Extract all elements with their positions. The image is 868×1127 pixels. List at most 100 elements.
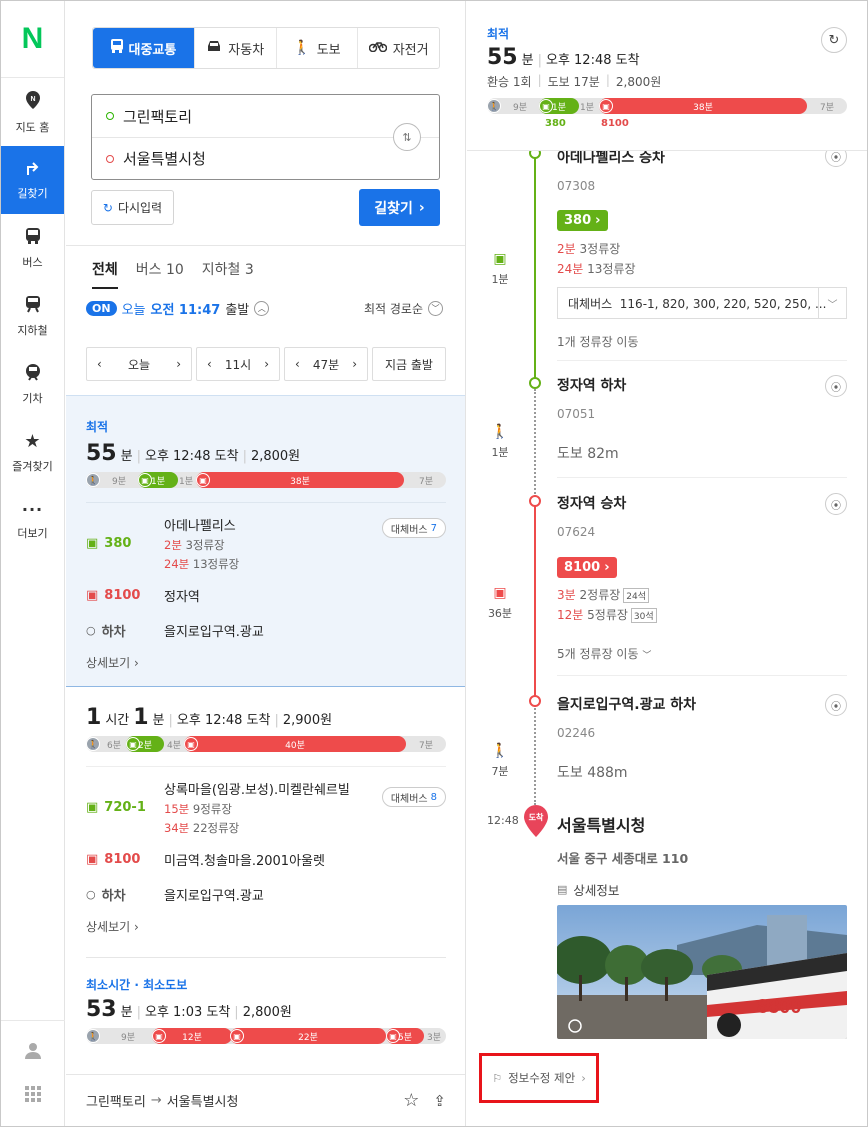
- route-result-card[interactable]: 1 시간 1분 | 오후 12:48 도착 | 2,900원 🚶 6분 2분 ▣ …: [66, 705, 465, 955]
- swap-route-button[interactable]: ⇅: [393, 123, 421, 151]
- leg-duration-text: 7분: [491, 765, 509, 778]
- bus-icon: ▣: [539, 99, 553, 113]
- mode-tab-walk[interactable]: 🚶 도보: [275, 28, 358, 68]
- chevron-left-icon[interactable]: ‹: [97, 357, 102, 371]
- depart-now-button[interactable]: 지금 출발: [372, 347, 446, 381]
- separator: |: [537, 73, 542, 87]
- route-summary: 55 분 | 오후 12:48 도착: [487, 45, 640, 70]
- bus-number-text: 720-1: [104, 800, 146, 815]
- bus-leg-detail: 380 › 2분 3정류장 24분 13정류장 대체버스 116-1, 820, …: [557, 210, 847, 350]
- tab-all[interactable]: 전체: [92, 259, 118, 289]
- nav-item-more[interactable]: ··· 더보기: [1, 486, 64, 554]
- arrival-time: 오후 1:03 도착: [144, 1005, 231, 1020]
- alternative-bus-dropdown[interactable]: 대체버스 116-1, 820, 300, 220, 520, 250, ...…: [557, 287, 847, 319]
- mode-tab-bike[interactable]: 자전거: [357, 28, 439, 68]
- reset-input-button[interactable]: ↻ 다시입력: [91, 190, 174, 225]
- naver-logo[interactable]: N: [1, 1, 64, 78]
- suggest-edit-button[interactable]: ⚐ 정보수정 제안 ›: [479, 1053, 599, 1103]
- arrival-min: 12분: [557, 608, 584, 622]
- fare: 2,800원: [615, 75, 662, 89]
- nav-item-train[interactable]: 기차: [1, 350, 64, 418]
- share-icon[interactable]: ⇪: [433, 1092, 446, 1110]
- leg-duration-text: 1분: [491, 273, 509, 286]
- timeline-walk-segment: 6분: [106, 740, 121, 751]
- alternative-bus-button[interactable]: 대체버스 8: [381, 787, 446, 807]
- route-result-card[interactable]: 최소시간 · 최소도보 53 분 | 오후 1:03 도착 | 2,800원 🚶 …: [66, 976, 465, 1056]
- chevron-right-icon[interactable]: ›: [264, 357, 269, 371]
- location-pin-icon[interactable]: ⦿: [825, 493, 847, 515]
- nav-item-label: 지하철: [17, 323, 48, 337]
- location-pin-icon[interactable]: ⦿: [825, 694, 847, 716]
- tab-bus[interactable]: 버스 10: [136, 259, 184, 289]
- route-detail-header: 최적 55 분 | 오후 12:48 도착 환승 1회 | 도보 17분 | 2,80…: [467, 1, 867, 151]
- nav-item-bus[interactable]: 버스: [1, 214, 64, 282]
- timeline-walk-segment: 3분: [426, 1032, 441, 1043]
- subway-icon: [25, 295, 41, 316]
- stop-id: 07051: [557, 407, 596, 421]
- arrival-info: 2분 3정류장: [557, 240, 847, 257]
- sort-select[interactable]: 최적 경로순 ﹀: [364, 300, 443, 317]
- stop-count-toggle[interactable]: 5개 정류장 이동 ﹀: [557, 645, 847, 662]
- walk-icon: 🚶: [487, 99, 501, 113]
- refresh-button[interactable]: ↻: [821, 27, 847, 53]
- stop-name: 미금역.청솔마을.2001아울렛: [164, 854, 325, 869]
- bus-badge-number: 380: [564, 213, 592, 228]
- nav-item-favorites[interactable]: ★ 즐겨찾기: [1, 418, 64, 486]
- destination-marker: 도착: [523, 805, 549, 837]
- step-board: 정자역 승차 07624 ⦿: [557, 493, 847, 539]
- chevron-left-icon[interactable]: ‹: [295, 357, 300, 371]
- destination-field[interactable]: 서울특별시청: [92, 137, 439, 179]
- stop-name: 정자역: [164, 590, 200, 605]
- minute-stepper[interactable]: ‹ 47분 ›: [284, 347, 368, 381]
- left-nav: N N 지도 홈 길찾기 버스 지하철 기차 ★ 즐겨찾기 ··· 더보기: [1, 1, 65, 1126]
- bus-badge[interactable]: 380 ›: [557, 210, 608, 231]
- nav-item-label: 버스: [22, 255, 43, 269]
- location-pin-icon[interactable]: ⦿: [825, 375, 847, 397]
- arrival-stops: 3정류장: [185, 538, 225, 552]
- separator: |: [274, 713, 279, 728]
- chevron-left-icon[interactable]: ‹: [207, 357, 212, 371]
- user-icon[interactable]: [24, 1042, 42, 1064]
- chevron-right-icon[interactable]: ›: [352, 357, 357, 371]
- detail-info-link[interactable]: ▤ 상세정보: [557, 880, 847, 899]
- alternative-bus-button[interactable]: 대체버스 7: [381, 518, 446, 538]
- search-route-button[interactable]: 길찾기 ›: [359, 189, 440, 226]
- star-outline-icon[interactable]: ☆: [403, 1090, 419, 1111]
- train-icon: [24, 363, 42, 384]
- walk-icon: 🚶: [293, 40, 311, 56]
- car-icon: [206, 40, 222, 56]
- tab-subway[interactable]: 지하철 3: [202, 259, 254, 289]
- mode-tab-car[interactable]: 자동차: [193, 28, 276, 68]
- origin-field[interactable]: 그린팩토리: [92, 95, 439, 137]
- divider: [86, 957, 446, 958]
- street-view-photo[interactable]: 8800: [557, 905, 847, 1039]
- search-label: 길찾기: [374, 200, 413, 217]
- stop-id: 07624: [557, 525, 596, 539]
- stop-name: 을지로입구역.광교: [164, 625, 264, 640]
- mode-tab-transit[interactable]: 대중교통: [93, 28, 194, 68]
- departure-setting[interactable]: ON 오늘 오전 11:47 출발 ︿: [86, 299, 270, 318]
- timeline-bus-segment: 40분: [184, 736, 406, 752]
- origin-dot-icon: [106, 112, 114, 120]
- depart-suffix: 출발: [225, 303, 250, 318]
- apps-grid-icon[interactable]: [25, 1085, 41, 1106]
- more-icon: ···: [21, 499, 44, 519]
- nav-item-subway[interactable]: 지하철: [1, 282, 64, 350]
- bus-badge[interactable]: 8100 ›: [557, 557, 617, 578]
- stop-name: 을지로입구역.광교 하차: [557, 697, 696, 713]
- day-stepper[interactable]: ‹ 오늘 ›: [86, 347, 192, 381]
- nav-item-map-home[interactable]: N 지도 홈: [1, 78, 64, 146]
- hour-stepper[interactable]: ‹ 11시 ›: [196, 347, 280, 381]
- depart-now-label: 지금 출발: [385, 357, 433, 372]
- nav-item-directions[interactable]: 길찾기: [1, 146, 64, 214]
- detail-link[interactable]: 상세보기 ›: [86, 918, 446, 935]
- leg-duration-text: 36분: [487, 607, 513, 620]
- bus-number: ▣ 8100: [86, 850, 164, 869]
- route-leg: ▣ 8100 정자역: [86, 586, 446, 605]
- route-result-card[interactable]: 최적 55 분 | 오후 12:48 도착 | 2,800원 🚶 9분 1분 ▣ …: [66, 395, 465, 687]
- destination-info: 서울특별시청 서울 중구 세종대로 110 ▤ 상세정보: [557, 812, 847, 899]
- stop-name: 을지로입구역.광교: [164, 889, 264, 904]
- chevron-right-icon[interactable]: ›: [176, 357, 181, 371]
- detail-link[interactable]: 상세보기 ›: [86, 654, 446, 671]
- walk-icon: 🚶: [491, 743, 509, 759]
